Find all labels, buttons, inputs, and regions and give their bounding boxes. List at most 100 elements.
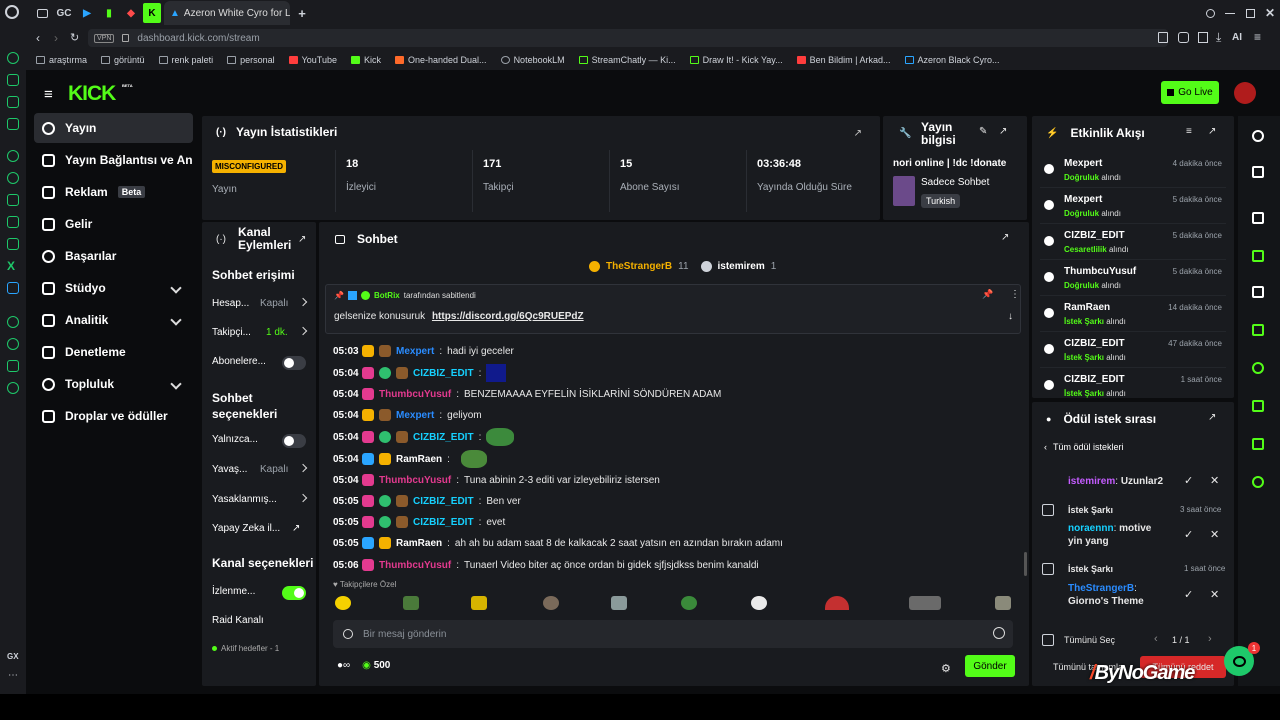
maximize-icon[interactable] xyxy=(1242,5,1258,21)
option-followers[interactable]: Takipçi... 1 dk. xyxy=(212,321,308,343)
sidebar-x-icon[interactable]: X xyxy=(7,260,19,272)
nav-item-basarilar[interactable]: Başarılar xyxy=(34,241,192,271)
sidebar-instagram-icon[interactable] xyxy=(7,216,19,228)
sidebar-speed-icon[interactable] xyxy=(7,52,19,64)
sidebar-m-icon[interactable] xyxy=(7,118,19,130)
popout-icon[interactable]: ↗ xyxy=(999,126,1007,137)
reload-icon[interactable]: ↻ xyxy=(70,31,79,44)
sidebar-bag-icon[interactable] xyxy=(7,74,19,86)
sidebar-history-icon[interactable] xyxy=(7,338,19,350)
download-icon[interactable]: ⤓ xyxy=(1216,30,1221,45)
emoji-picker-icon[interactable] xyxy=(993,627,1005,639)
request-checkbox[interactable] xyxy=(1042,563,1054,575)
nav-item-yayin[interactable]: Yayın xyxy=(34,113,193,143)
tab-icon-play[interactable]: ▶ xyxy=(79,5,95,21)
emote-icon[interactable] xyxy=(471,596,487,610)
nav-item-gelir[interactable]: Gelir xyxy=(34,209,192,239)
request-checkbox[interactable] xyxy=(1042,504,1054,516)
close-window-icon[interactable]: ✕ xyxy=(1262,5,1278,21)
minimize-icon[interactable]: — xyxy=(1222,5,1238,21)
emote-icon[interactable] xyxy=(403,596,419,610)
lightning-icon[interactable] xyxy=(1238,236,1278,276)
bookmark[interactable]: renk paleti xyxy=(158,55,213,65)
sidebar-chat-icon[interactable] xyxy=(7,150,19,162)
collapse-icon[interactable]: ↓ xyxy=(1008,311,1013,322)
url-text[interactable]: dashboard.kick.com/stream xyxy=(137,33,259,44)
subscribers-toggle[interactable] xyxy=(282,356,306,370)
filter-icon[interactable]: ≡ xyxy=(1186,126,1192,137)
popout-icon[interactable]: ↗ xyxy=(1208,126,1216,137)
option-banned-words[interactable]: Yasaklanmış... xyxy=(212,488,308,510)
nav-item-denetleme[interactable]: Denetleme xyxy=(34,337,192,367)
chat-icon[interactable] xyxy=(1238,310,1278,350)
screenshot-icon[interactable] xyxy=(1198,32,1208,43)
approve-icon[interactable]: ✓ xyxy=(1184,474,1193,487)
tab-icon-gc[interactable]: GC xyxy=(56,5,72,21)
emote-icon[interactable] xyxy=(543,596,559,610)
sidebar-gamepad-icon[interactable] xyxy=(7,96,19,108)
stats-icon[interactable] xyxy=(1238,198,1278,238)
sidebar-whatsapp-icon[interactable] xyxy=(7,172,19,184)
pinned-link[interactable]: https://discord.gg/6Qc9RUEPdZ xyxy=(432,311,584,322)
new-tab-icon[interactable]: + xyxy=(294,5,310,21)
edit-icon[interactable] xyxy=(1238,152,1278,192)
bookmark[interactable]: Ben Bildim | Arkad... xyxy=(796,55,891,65)
nav-item-droplar[interactable]: Droplar ve ödüller xyxy=(34,401,192,431)
tab-icon-red[interactable]: ◆ xyxy=(123,5,139,21)
popout-icon[interactable]: ↗ xyxy=(1208,412,1216,423)
opera-gx-logo-icon[interactable] xyxy=(5,5,19,19)
option-ai-moderation[interactable]: Yapay Zeka il... ↗ xyxy=(212,517,308,539)
reject-icon[interactable]: ✕ xyxy=(1210,588,1219,601)
emote-icon[interactable] xyxy=(909,596,941,610)
sidebar-settings-icon[interactable] xyxy=(7,382,19,394)
nav-item-reklam[interactable]: Reklam Beta xyxy=(34,177,192,207)
bookmark[interactable]: Azeron Black Cyro... xyxy=(904,55,1000,65)
nav-item-studyo[interactable]: Stüdyo xyxy=(34,273,192,303)
option-account-age[interactable]: Hesap... Kapalı xyxy=(212,292,308,314)
reject-icon[interactable]: ✕ xyxy=(1210,474,1219,487)
emote-icon[interactable] xyxy=(681,596,697,610)
back-to-all-rewards[interactable]: ‹ Tüm ödül istekleri xyxy=(1044,442,1124,452)
bookmark[interactable]: personal xyxy=(227,55,275,65)
option-slow-mode[interactable]: Yavaş... Kapalı xyxy=(212,458,308,480)
broadcast-icon[interactable] xyxy=(1238,348,1278,388)
forward-icon[interactable]: › xyxy=(54,31,58,45)
chat-scrollbar[interactable] xyxy=(1024,552,1027,576)
channel-points[interactable]: ●∞ ◉ 500 xyxy=(337,660,390,671)
tab-icon-bars[interactable]: ▮ xyxy=(101,5,117,21)
popout-icon[interactable]: ↗ xyxy=(298,234,306,245)
extensions-icon[interactable] xyxy=(1178,32,1189,43)
chat-settings-icon[interactable]: ⚙ xyxy=(941,662,951,675)
url-box[interactable]: VPN dashboard.kick.com/stream xyxy=(88,29,1168,47)
sidebar-translate-icon[interactable] xyxy=(7,282,19,294)
bookmark[interactable]: araştırma xyxy=(36,55,87,65)
bookmark[interactable]: StreamChatly — Ki... xyxy=(578,55,676,65)
wrench-icon[interactable] xyxy=(1238,424,1278,464)
ai-button[interactable]: AI xyxy=(1232,32,1242,43)
sidebar-tiktok-icon[interactable] xyxy=(7,238,19,250)
chat-input[interactable]: Bir mesaj gönderin xyxy=(333,620,1013,648)
prev-page-icon[interactable]: ‹ xyxy=(1154,633,1158,645)
layout-icon[interactable] xyxy=(1238,386,1278,426)
more-icon[interactable]: ⋮ xyxy=(1010,289,1020,300)
tab-icon-1[interactable] xyxy=(34,5,50,21)
bookmark[interactable]: YouTube xyxy=(288,55,337,65)
nav-item-stream-key[interactable]: Yayın Bağlantısı ve Anahtar xyxy=(34,145,192,175)
sidebar-player-icon[interactable] xyxy=(7,316,19,328)
bookmark[interactable]: One-handed Dual... xyxy=(395,55,487,65)
approve-icon[interactable]: ✓ xyxy=(1184,528,1193,541)
active-tab[interactable]: ▲ Azeron White Cyro for Lefties xyxy=(164,1,290,25)
next-page-icon[interactable]: › xyxy=(1208,633,1212,645)
emote-only-toggle[interactable] xyxy=(282,434,306,448)
popout-icon[interactable]: ↗ xyxy=(1001,232,1009,243)
reward-icon[interactable] xyxy=(1238,462,1278,502)
avatar[interactable] xyxy=(1234,82,1256,104)
vpn-badge[interactable]: VPN xyxy=(94,33,115,43)
list-icon[interactable] xyxy=(1238,272,1278,312)
active-goals[interactable]: Aktif hedefler - 1 xyxy=(212,644,279,653)
go-live-button[interactable]: Go Live xyxy=(1161,81,1219,104)
search-icon[interactable] xyxy=(1202,5,1218,21)
tab-icon-kick[interactable]: K xyxy=(143,3,161,23)
reject-icon[interactable]: ✕ xyxy=(1210,528,1219,541)
back-icon[interactable]: ‹ xyxy=(36,31,40,45)
